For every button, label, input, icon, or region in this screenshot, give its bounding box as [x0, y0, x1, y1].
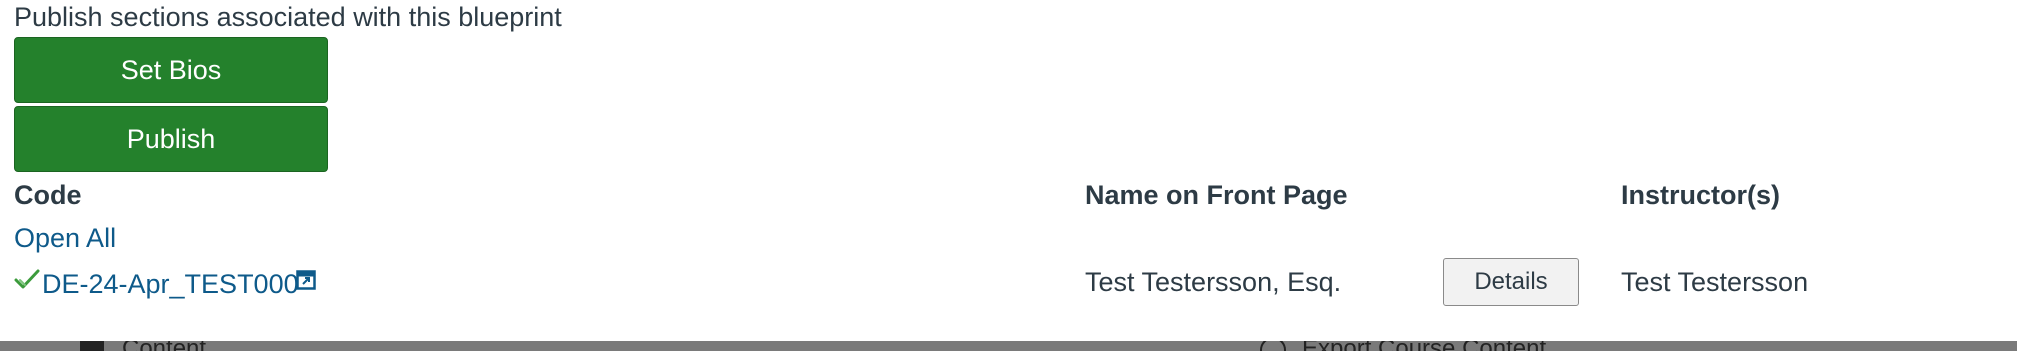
table-row: DE-24-Apr_TEST000 Test Testersson, Esq. … [0, 258, 2017, 310]
footer-export-label: Export Course Content [1302, 341, 1546, 351]
blueprint-publish-panel: Publish sections associated with this bl… [0, 0, 2017, 351]
name-on-front-page-cell: Test Testersson, Esq. [1085, 267, 1342, 297]
column-header-code: Code [14, 180, 82, 210]
page-heading: Publish sections associated with this bl… [14, 2, 562, 32]
check-icon [14, 268, 40, 290]
course-code-link[interactable]: DE-24-Apr_TEST000 [42, 266, 299, 302]
footer-content-label: Content [122, 341, 206, 351]
partially-visible-footer: Content Export Course Content [0, 341, 2017, 351]
publish-button[interactable]: Publish [14, 106, 328, 172]
open-all-link[interactable]: Open All [14, 220, 116, 256]
details-button[interactable]: Details [1443, 258, 1579, 306]
instructors-cell: Test Testersson [1621, 267, 1809, 297]
column-header-instructors: Instructor(s) [1621, 180, 1781, 210]
column-header-name-on-front-page: Name on Front Page [1085, 180, 1348, 210]
checkbox-icon [80, 341, 104, 351]
radio-icon [1260, 341, 1286, 351]
set-bios-button[interactable]: Set Bios [14, 37, 328, 103]
external-link-icon[interactable] [296, 270, 316, 290]
